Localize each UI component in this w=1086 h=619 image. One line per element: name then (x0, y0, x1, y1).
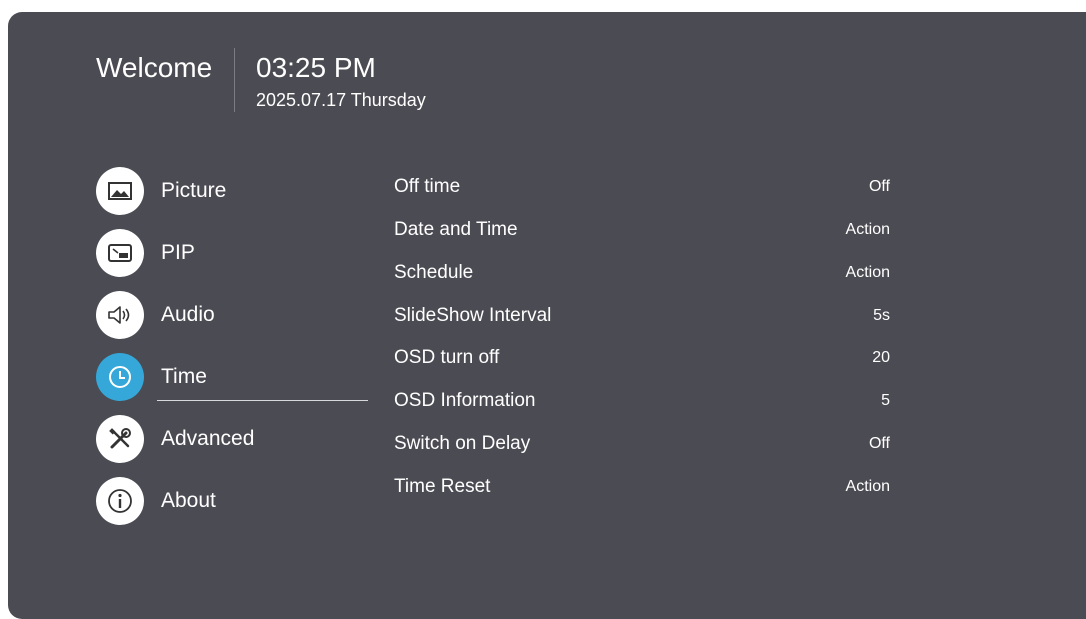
setting-value: Off (868, 435, 890, 452)
welcome-text: Welcome (96, 52, 213, 83)
setting-osd-information[interactable]: OSD Information 5 (394, 390, 890, 430)
sidebar-item-label: PIP (161, 241, 195, 264)
sidebar-item-label: Picture (161, 179, 227, 202)
clock-time: 03:25 PM (256, 52, 376, 83)
active-item-underline (157, 400, 368, 401)
sidebar-item-audio[interactable]: Audio (96, 290, 368, 340)
tools-icon (96, 415, 144, 463)
setting-value: Action (845, 264, 890, 281)
setting-label: OSD Information (394, 390, 536, 411)
sidebar-item-label: Audio (161, 303, 215, 326)
sidebar-item-about[interactable]: About (96, 476, 368, 526)
setting-label: Time Reset (394, 476, 491, 497)
setting-label: OSD turn off (394, 347, 500, 368)
setting-value: 5 (881, 392, 890, 409)
sidebar-item-label: Time (161, 365, 207, 388)
sidebar-item-advanced[interactable]: Advanced (96, 414, 368, 464)
picture-icon (96, 167, 144, 215)
setting-value: Action (845, 221, 890, 238)
setting-label: SlideShow Interval (394, 305, 552, 326)
setting-label: Date and Time (394, 219, 518, 240)
setting-label: Schedule (394, 262, 474, 283)
sidebar-item-time[interactable]: Time (96, 352, 368, 402)
info-icon (96, 477, 144, 525)
setting-value: 20 (872, 349, 890, 366)
speaker-icon (96, 291, 144, 339)
setting-value: Off (868, 178, 890, 195)
setting-time-reset[interactable]: Time Reset Action (394, 476, 890, 516)
clock-date: 2025.07.17 Thursday (256, 90, 426, 110)
setting-off-time[interactable]: Off time Off (394, 176, 890, 216)
setting-slideshow-interval[interactable]: SlideShow Interval 5s (394, 305, 890, 345)
sidebar-item-picture[interactable]: Picture (96, 166, 368, 216)
header-divider (234, 48, 235, 112)
setting-osd-turn-off[interactable]: OSD turn off 20 (394, 347, 890, 387)
pip-icon (96, 229, 144, 277)
sidebar-item-label: About (161, 489, 216, 512)
sidebar-item-label: Advanced (161, 427, 255, 450)
setting-switch-on-delay[interactable]: Switch on Delay Off (394, 433, 890, 473)
setting-date-and-time[interactable]: Date and Time Action (394, 219, 890, 259)
settings-panel: Welcome 03:25 PM 2025.07.17 Thursday Pic… (8, 12, 1086, 619)
sidebar-item-pip[interactable]: PIP (96, 228, 368, 278)
setting-value: 5s (873, 307, 890, 324)
setting-label: Off time (394, 176, 461, 197)
setting-value: Action (845, 478, 890, 495)
clock-icon (96, 353, 144, 401)
setting-schedule[interactable]: Schedule Action (394, 262, 890, 302)
setting-label: Switch on Delay (394, 433, 531, 454)
